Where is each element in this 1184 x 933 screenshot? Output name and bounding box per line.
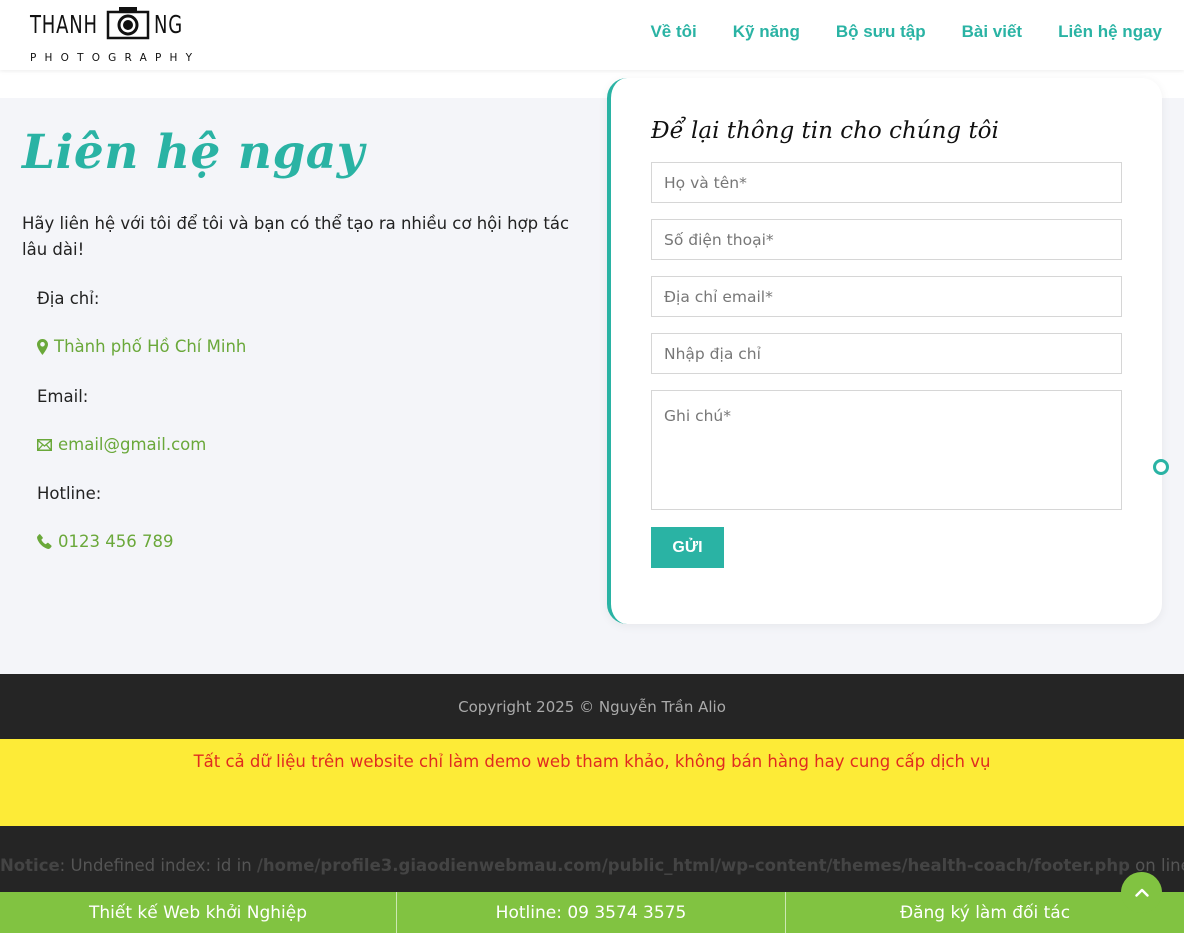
address-value: Thành phố Hồ Chí Minh — [37, 337, 246, 356]
nav-contact[interactable]: Liên hệ ngay — [1058, 22, 1162, 42]
phone-field[interactable] — [651, 219, 1122, 260]
nav-gallery[interactable]: Bộ sưu tập — [836, 22, 926, 42]
chevron-up-icon — [1134, 888, 1149, 897]
bottom-cta-bar: Thiết kế Web khởi Nghiệp Hotline: 09 357… — [0, 892, 1184, 933]
site-logo[interactable]: THANH NG PHOTOGRAPHY — [30, 2, 192, 68]
email-label: Email: — [37, 387, 89, 406]
cta-hotline[interactable]: Hotline: 09 3574 3575 — [397, 892, 786, 933]
copyright-text: Copyright 2025 © Nguyễn Trần Alio — [458, 698, 726, 716]
logo-subtitle: PHOTOGRAPHY — [30, 52, 201, 64]
footer-disclaimer-bar: Tất cả dữ liệu trên website chỉ làm demo… — [0, 739, 1184, 826]
phone-icon — [37, 534, 52, 549]
page-title: Liên hệ ngay — [22, 125, 365, 180]
camera-logo-icon — [106, 7, 150, 40]
map-marker-icon — [37, 338, 48, 355]
note-field[interactable] — [651, 390, 1122, 510]
notice-text: : Undefined index: id in — [59, 856, 257, 875]
envelope-icon — [37, 438, 52, 451]
nav-skills[interactable]: Kỹ năng — [733, 22, 800, 42]
php-notice: Notice: Undefined index: id in /home/pro… — [0, 856, 1184, 875]
email-value[interactable]: email@gmail.com — [37, 435, 206, 454]
form-title: Để lại thông tin cho chúng tôi — [651, 118, 999, 144]
notice-path: /home/profile3.giaodienwebmau.com/public… — [256, 856, 1130, 875]
logo-word-right: NG — [154, 10, 184, 39]
main-nav: Về tôi Kỹ năng Bộ sưu tập Bài viết Liên … — [650, 22, 1162, 42]
name-field[interactable] — [651, 162, 1122, 203]
disclaimer-text: Tất cả dữ liệu trên website chỉ làm demo… — [193, 752, 991, 771]
hotline-label: Hotline: — [37, 484, 102, 503]
footer-copyright-bar: Copyright 2025 © Nguyễn Trần Alio — [0, 674, 1184, 739]
email-field[interactable] — [651, 276, 1122, 317]
hotline-text[interactable]: 0123 456 789 — [58, 532, 173, 551]
contact-intro: Hãy liên hệ với tôi để tôi và bạn có thể… — [22, 214, 570, 259]
back-to-top-button[interactable] — [1121, 872, 1162, 913]
email-text[interactable]: email@gmail.com — [58, 435, 206, 454]
address-field[interactable] — [651, 333, 1122, 374]
site-header: THANH NG PHOTOGRAPHY Về tôi Kỹ năng Bộ s… — [0, 0, 1184, 70]
notice-label: Notice — [0, 856, 60, 875]
logo-word-left: THANH — [30, 10, 98, 39]
hotline-value[interactable]: 0123 456 789 — [37, 532, 173, 551]
nav-about[interactable]: Về tôi — [650, 22, 696, 42]
address-label: Địa chỉ: — [37, 289, 100, 308]
cta-web-design[interactable]: Thiết kế Web khởi Nghiệp — [0, 892, 397, 933]
nav-blog[interactable]: Bài viết — [962, 22, 1022, 42]
contact-form-card: Để lại thông tin cho chúng tôi GỬI — [607, 78, 1162, 624]
address-text: Thành phố Hồ Chí Minh — [54, 337, 247, 356]
submit-button[interactable]: GỬI — [651, 527, 724, 568]
side-indicator-dot[interactable] — [1153, 459, 1169, 475]
